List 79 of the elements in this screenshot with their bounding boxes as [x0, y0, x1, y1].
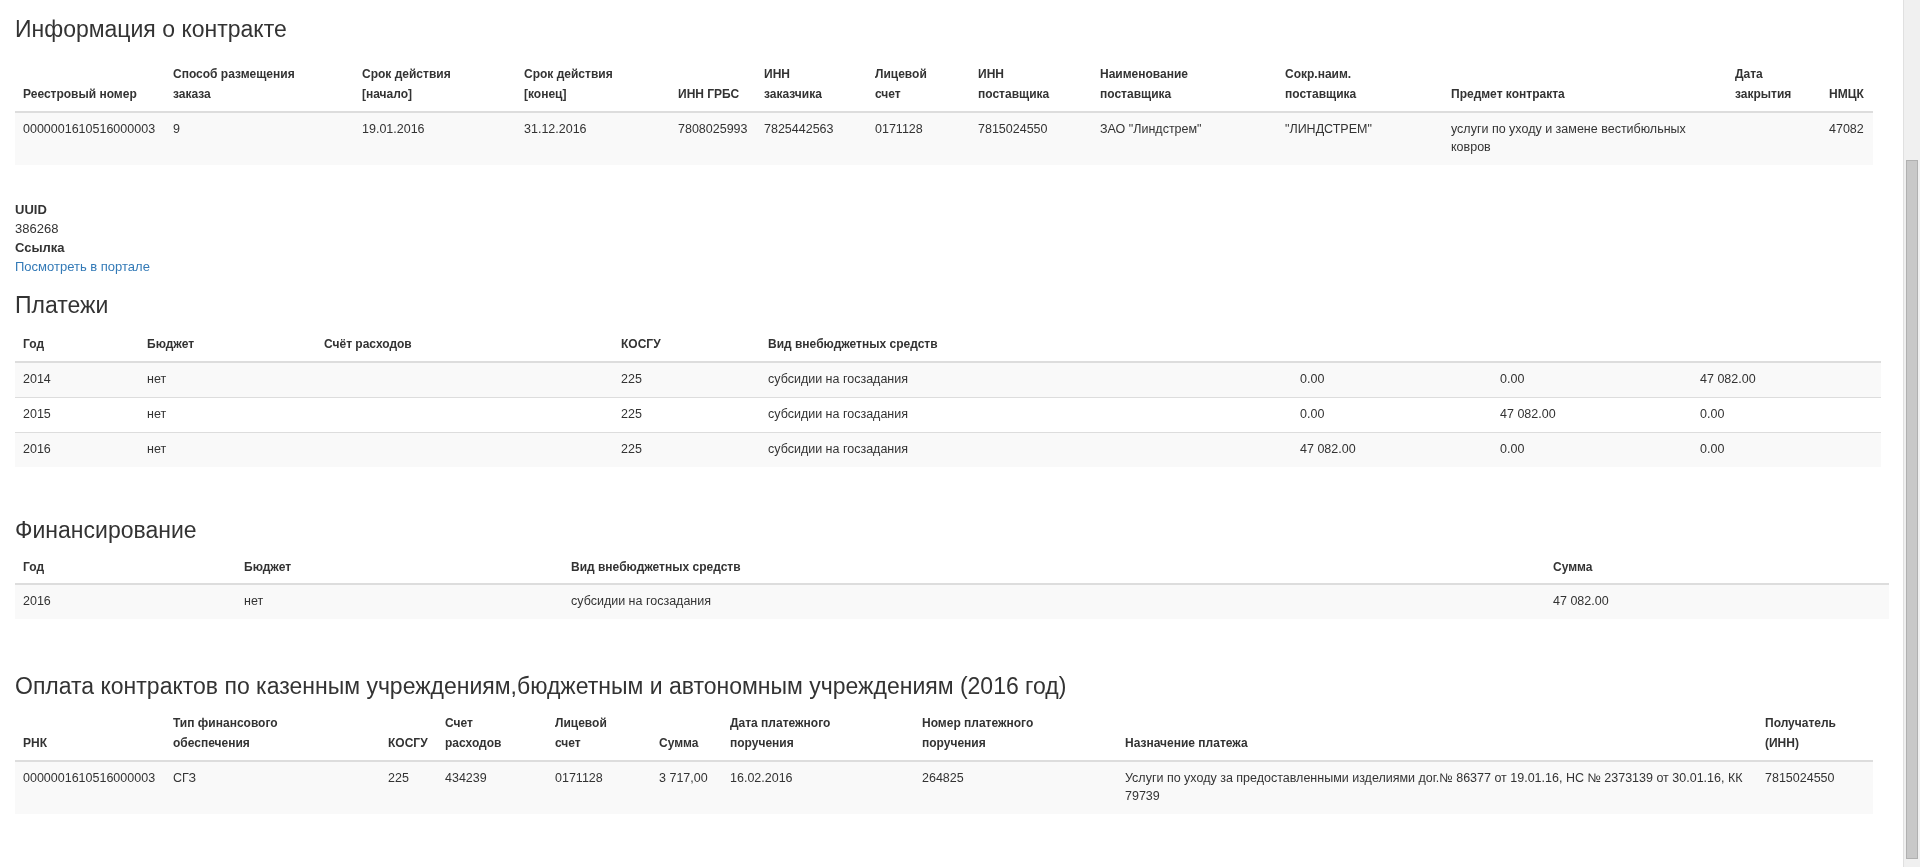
table-cell: 19.01.2016	[354, 111, 516, 166]
table-cell: 264825	[914, 760, 1117, 815]
table-cell: 0.00	[1492, 362, 1692, 398]
table-cell: СГЗ	[165, 760, 380, 815]
column-header: Дата закрытия	[1727, 59, 1821, 112]
table-cell: 225	[613, 397, 760, 433]
table-cell: нет	[139, 432, 316, 467]
table-cell: 7815024550	[1757, 760, 1873, 815]
table-cell: 0.00	[1292, 362, 1492, 398]
table-cell: 0000001610516000003	[15, 111, 165, 166]
table-cell: 47082	[1821, 111, 1873, 166]
table-cell: 2014	[15, 362, 139, 398]
column-header: Счет расходов	[437, 708, 547, 761]
column-header: Номер платежного поручения	[914, 708, 1117, 761]
table-cell: 225	[613, 432, 760, 467]
column-header: ИНН заказчика	[756, 59, 867, 112]
table-cell: 7808025993	[670, 111, 756, 166]
column-header: Лицевой счет	[867, 59, 970, 112]
table-cell: 16.02.2016	[722, 760, 914, 815]
table-cell: 2016	[15, 584, 236, 620]
field-label: UUID	[15, 201, 48, 220]
field-label: Ссылка	[15, 238, 66, 257]
table-cell: "ЛИНДСТРЕМ"	[1277, 111, 1443, 166]
section-title: Платежи	[15, 292, 110, 320]
portal-link[interactable]: Посмотреть в портале	[15, 258, 150, 274]
table-cell: 47 082.00	[1692, 362, 1881, 398]
table-cell: нет	[139, 362, 316, 398]
table-cell: субсидии на госзадания	[760, 432, 1292, 467]
section-title: Информация о контракте	[15, 16, 288, 43]
table-cell: 47 082.00	[1292, 432, 1492, 467]
table-cell: субсидии на госзадания	[760, 362, 1292, 398]
table-cell: ЗАО "Линдстрем"	[1092, 111, 1277, 166]
column-header: ИНН ГРБС	[670, 59, 756, 112]
table-cell: 0.00	[1292, 397, 1492, 433]
table-cell: субсидии на госзадания	[563, 584, 1545, 620]
column-header: Назначение платежа	[1117, 708, 1757, 761]
column-header: Срок действия [конец]	[516, 59, 670, 112]
field-value: 386268	[15, 219, 60, 238]
table-cell: 47 082.00	[1545, 584, 1889, 620]
table-cell: 3 717,00	[651, 760, 722, 815]
table-cell: 31.12.2016	[516, 111, 670, 166]
column-header: Способ размещения заказа	[165, 59, 354, 112]
table-cell: 47 082.00	[1492, 397, 1692, 433]
scrollbar[interactable]	[1903, 0, 1920, 867]
table-cell: 434239	[437, 760, 547, 815]
column-header: Получатель (ИНН)	[1757, 708, 1873, 761]
table-cell: 7815024550	[970, 111, 1092, 166]
table-cell: 9	[165, 111, 354, 166]
column-header: Сумма	[651, 708, 722, 761]
column-header: Наименование поставщика	[1092, 59, 1277, 112]
table-cell: 2016	[15, 432, 139, 467]
column-header: ИНН поставщика	[970, 59, 1092, 112]
column-header: РНК	[15, 708, 165, 761]
table-cell: 0.00	[1692, 432, 1881, 467]
table-cell: 0.00	[1692, 397, 1881, 433]
column-header: Тип финансового обеспечения	[165, 708, 380, 761]
table-cell: 225	[613, 362, 760, 398]
table-cell: нет	[236, 584, 563, 620]
column-header: Срок действия [начало]	[354, 59, 516, 112]
column-header: Реестровый номер	[15, 59, 165, 112]
table-cell: 0.00	[1492, 432, 1692, 467]
column-header: Дата платежного поручения	[722, 708, 914, 761]
column-header: Лицевой счет	[547, 708, 651, 761]
table-cell: нет	[139, 397, 316, 433]
section-title: Финансирование	[15, 516, 198, 544]
table-cell: 0171128	[547, 760, 651, 815]
section-title: Оплата контрактов по казенным учреждениям,бюджетным и автономным учреждениям (2016 год)	[15, 673, 1068, 701]
table-cell: услуги по уходу и замене вестибюльных ковров	[1443, 111, 1727, 166]
table-cell: 7825442563	[756, 111, 867, 166]
table-cell: 0000001610516000003	[15, 760, 165, 815]
table-cell: субсидии на госзадания	[760, 397, 1292, 433]
column-header: Сокр.наим. поставщика	[1277, 59, 1443, 112]
table-cell: 0171128	[867, 111, 970, 166]
column-header: НМЦК	[1821, 59, 1873, 112]
table-cell: Услуги по уходу за предоставленными изделиями дог.№ 86377 от 19.01.16, НС № 2373139 от 30.01.16, КК 79739	[1117, 760, 1757, 815]
column-header: КОСГУ	[380, 708, 437, 761]
column-header: Предмет контракта	[1443, 59, 1727, 112]
table-cell: 2015	[15, 397, 139, 433]
table-cell: 225	[380, 760, 437, 815]
